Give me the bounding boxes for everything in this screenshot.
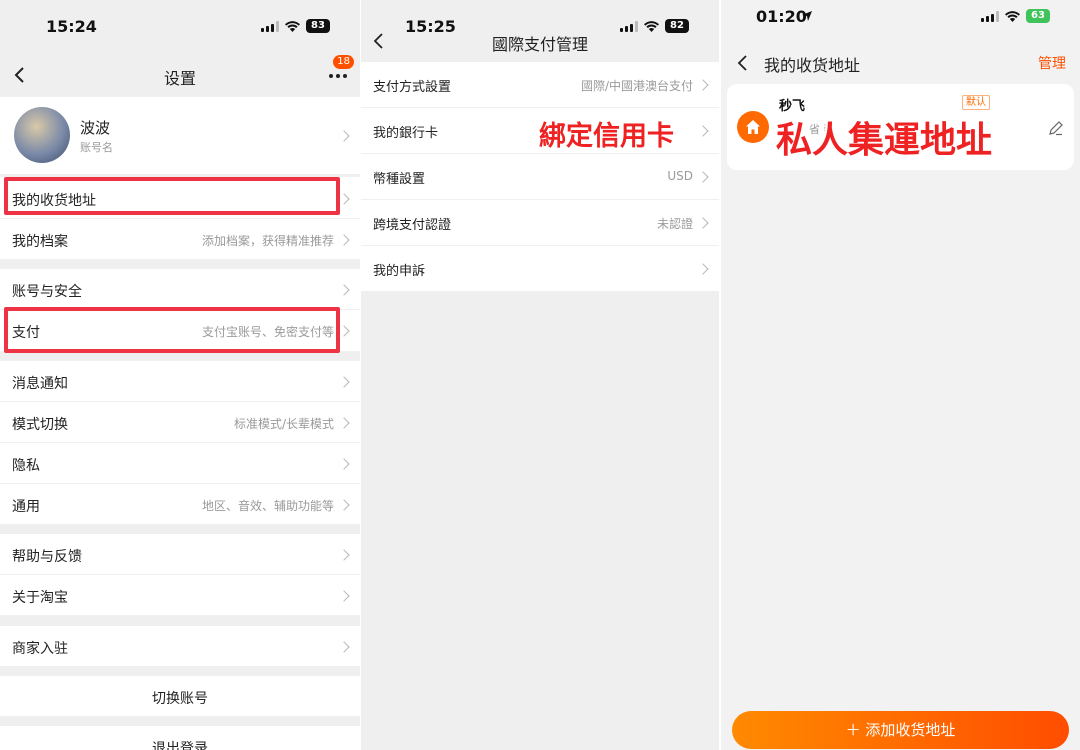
edit-pencil-icon[interactable] bbox=[1048, 120, 1064, 136]
settings-navbar: 设置 18 bbox=[0, 53, 360, 97]
avatar bbox=[14, 107, 70, 163]
row-value: 未認證 bbox=[656, 217, 693, 231]
row-merchant[interactable]: 商家入驻 bbox=[0, 626, 360, 667]
chevron-right-icon bbox=[338, 193, 350, 205]
annotation-bind-credit-card: 綁定信用卡 bbox=[539, 121, 674, 152]
address-navbar: 我的收货地址 管理 bbox=[721, 40, 1080, 84]
row-payment-method[interactable]: 支付方式設置 國際/中國港澳台支付 bbox=[361, 62, 719, 108]
profile-account: 账号名 bbox=[80, 141, 113, 154]
page-title: 國際支付管理 bbox=[491, 35, 588, 54]
intl-payment-panel: 15:25 82 國際支付管理 支付方式設置 國際/中國港澳台支付 我的銀行卡 … bbox=[361, 0, 719, 750]
more-icon[interactable] bbox=[328, 73, 348, 79]
status-bar: 15:24 83 bbox=[0, 0, 360, 52]
signal-icon bbox=[620, 20, 638, 32]
status-time: 01:20 bbox=[756, 7, 807, 26]
row-privacy[interactable]: 隐私 bbox=[0, 443, 360, 484]
status-icons: 63 bbox=[981, 9, 1050, 23]
chevron-right-icon bbox=[697, 217, 709, 229]
page-title: 设置 bbox=[163, 69, 196, 88]
row-currency[interactable]: 幣種設置 USD bbox=[361, 154, 719, 200]
chevron-right-icon bbox=[338, 376, 350, 388]
row-appeals[interactable]: 我的申訴 bbox=[361, 246, 719, 292]
chevron-right-icon bbox=[697, 79, 709, 91]
chevron-right-icon bbox=[338, 499, 350, 511]
switch-account-button[interactable]: 切换账号 bbox=[0, 676, 360, 717]
home-icon bbox=[737, 111, 769, 143]
settings-panel: 15:24 83 设置 18 波波 账号名 我的收货地址 我的档案 添加档案，获… bbox=[0, 0, 360, 750]
add-address-button[interactable]: ＋ 添加收货地址 bbox=[732, 711, 1069, 749]
chevron-right-icon bbox=[338, 458, 350, 470]
status-icons: 83 bbox=[261, 19, 330, 33]
chevron-right-icon bbox=[697, 263, 709, 275]
row-label: 跨境支付認證 bbox=[373, 218, 452, 233]
status-bar: 15:25 82 國際支付管理 bbox=[361, 0, 719, 62]
row-label: 商家入驻 bbox=[12, 641, 68, 657]
profile-name: 波波 bbox=[80, 119, 111, 137]
row-label: 我的銀行卡 bbox=[373, 126, 439, 141]
chevron-right-icon bbox=[338, 417, 350, 429]
default-tag: 默认 bbox=[962, 95, 990, 110]
row-value: 國際/中國港澳台支付 bbox=[580, 79, 693, 93]
manage-button[interactable]: 管理 bbox=[1038, 53, 1066, 73]
row-label: 我的档案 bbox=[12, 234, 68, 250]
row-label: 通用 bbox=[12, 499, 40, 515]
chevron-right-icon bbox=[338, 549, 350, 561]
switch-account-label: 切换账号 bbox=[152, 691, 208, 707]
row-label: 我的申訴 bbox=[373, 264, 426, 279]
chevron-right-icon bbox=[338, 325, 350, 337]
row-about[interactable]: 关于淘宝 bbox=[0, 575, 360, 616]
row-value: 标准模式/长辈模式 bbox=[233, 417, 334, 431]
battery-icon: 83 bbox=[306, 19, 330, 33]
highlight-box-payment bbox=[4, 307, 340, 353]
row-help-feedback[interactable]: 帮助与反馈 bbox=[0, 534, 360, 575]
chevron-right-icon bbox=[338, 641, 350, 653]
back-arrow-icon[interactable] bbox=[733, 53, 753, 73]
notification-badge: 18 bbox=[333, 55, 354, 69]
page-title: 我的收货地址 bbox=[764, 56, 861, 75]
row-value: 添加档案，获得精准推荐 bbox=[201, 234, 334, 248]
signal-icon bbox=[981, 10, 999, 22]
row-label: 消息通知 bbox=[12, 376, 68, 392]
row-value: USD bbox=[667, 169, 693, 183]
row-mode-switch[interactable]: 模式切换 标准模式/长辈模式 bbox=[0, 402, 360, 443]
row-label: 隐私 bbox=[12, 458, 40, 474]
chevron-right-icon bbox=[338, 234, 350, 246]
logout-label: 退出登录 bbox=[152, 741, 208, 750]
row-label: 支付方式設置 bbox=[373, 80, 452, 95]
row-label: 幣種設置 bbox=[373, 172, 426, 187]
row-value: 地区、音效、辅助功能等 bbox=[201, 499, 334, 513]
row-label: 账号与安全 bbox=[12, 284, 82, 300]
signal-icon bbox=[261, 20, 279, 32]
row-label: 模式切换 bbox=[12, 417, 68, 433]
chevron-right-icon bbox=[338, 130, 350, 142]
row-general[interactable]: 通用 地区、音效、辅助功能等 bbox=[0, 484, 360, 525]
highlight-box-address bbox=[4, 177, 340, 215]
battery-icon: 63 bbox=[1026, 9, 1050, 23]
profile-row[interactable]: 波波 账号名 bbox=[0, 97, 360, 175]
wifi-icon bbox=[1005, 11, 1020, 22]
wifi-icon bbox=[285, 21, 300, 32]
row-notifications[interactable]: 消息通知 bbox=[0, 361, 360, 402]
row-account-security[interactable]: 账号与安全 bbox=[0, 269, 360, 310]
row-label: 帮助与反馈 bbox=[12, 549, 82, 565]
chevron-right-icon bbox=[338, 590, 350, 602]
row-my-profile[interactable]: 我的档案 添加档案，获得精准推荐 bbox=[0, 219, 360, 260]
shipping-address-panel: 01:20 63 我的收货地址 管理 秒飞 默认 省 莞 私人集運地址 ＋ 添加… bbox=[721, 0, 1080, 750]
annotation-private-forwarding-address: 私人集運地址 bbox=[776, 120, 993, 161]
row-label: 关于淘宝 bbox=[12, 590, 68, 606]
logout-button[interactable]: 退出登录 bbox=[0, 726, 360, 750]
chevron-right-icon bbox=[338, 284, 350, 296]
chevron-right-icon bbox=[697, 125, 709, 137]
location-arrow-icon bbox=[802, 11, 812, 21]
row-cross-border-auth[interactable]: 跨境支付認證 未認證 bbox=[361, 200, 719, 246]
status-time: 15:24 bbox=[46, 17, 97, 36]
chevron-right-icon bbox=[697, 171, 709, 183]
